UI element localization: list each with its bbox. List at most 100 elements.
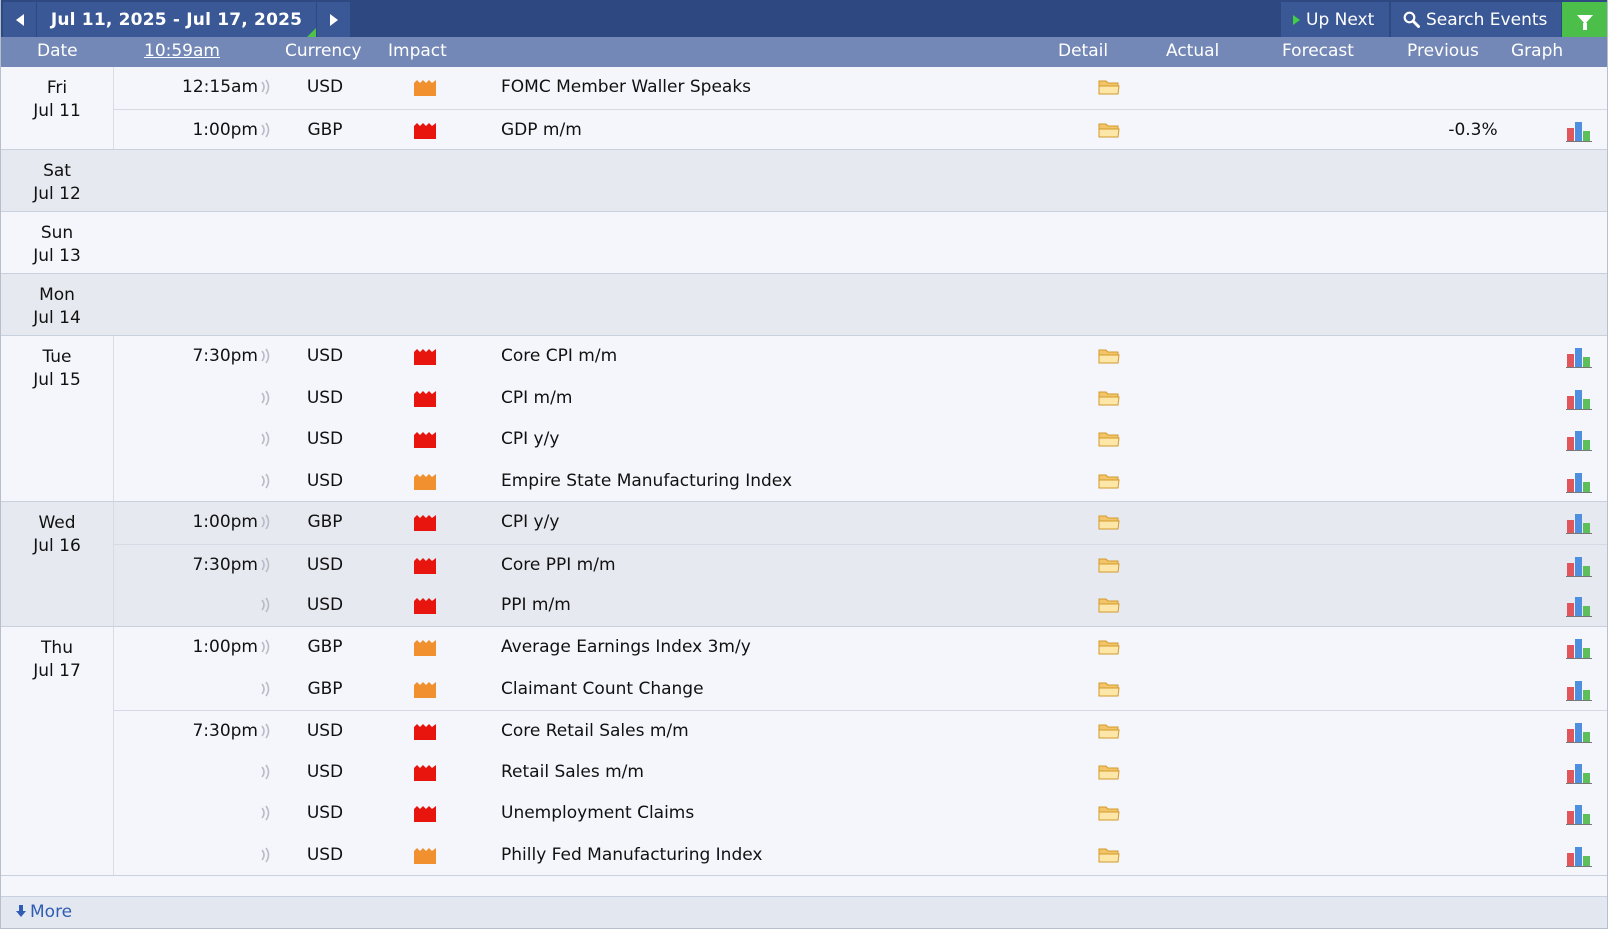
event-name[interactable]: Average Earnings Index 3m/y — [501, 637, 751, 657]
event-row[interactable]: 12:15am USD FOMC Member Waller Speaks — [113, 67, 1607, 109]
folder-icon[interactable] — [1098, 473, 1120, 490]
bar-chart-icon[interactable] — [1566, 637, 1592, 659]
folder-icon[interactable] — [1098, 597, 1120, 614]
folder-icon[interactable] — [1098, 390, 1120, 407]
event-row[interactable]: 1:00pm GBP CPI y/y — [113, 502, 1607, 544]
event-name[interactable]: Core Retail Sales m/m — [501, 721, 689, 741]
event-name[interactable]: PPI m/m — [501, 595, 571, 615]
day-weekday: Fri — [46, 78, 68, 98]
impact-icon[interactable] — [414, 391, 436, 407]
up-next-button[interactable]: Up Next — [1281, 2, 1389, 37]
more-link[interactable]: More — [16, 902, 72, 922]
sound-icon[interactable] — [259, 79, 273, 95]
sound-icon[interactable] — [259, 431, 273, 447]
folder-icon[interactable] — [1098, 514, 1120, 531]
sound-icon[interactable] — [259, 473, 273, 489]
sound-icon[interactable] — [259, 639, 273, 655]
impact-icon[interactable] — [414, 640, 436, 656]
sound-icon[interactable] — [259, 390, 273, 406]
impact-icon[interactable] — [414, 349, 436, 365]
event-row[interactable]: USD Retail Sales m/m — [113, 752, 1607, 794]
folder-icon[interactable] — [1098, 79, 1120, 96]
bar-chart-icon[interactable] — [1566, 388, 1592, 410]
event-row[interactable]: 7:30pm USD Core CPI m/m — [113, 336, 1607, 378]
event-row[interactable]: USD Empire State Manufacturing Index — [113, 461, 1607, 503]
bar-chart-icon[interactable] — [1566, 555, 1592, 577]
event-row[interactable]: GBP Claimant Count Change — [113, 669, 1607, 711]
bar-chart-icon[interactable] — [1566, 346, 1592, 368]
event-row[interactable]: 1:00pm GBP GDP m/m -0.3% — [113, 109, 1607, 152]
event-name[interactable]: FOMC Member Waller Speaks — [501, 77, 751, 97]
folder-icon[interactable] — [1098, 639, 1120, 656]
sound-icon[interactable] — [259, 805, 273, 821]
event-row[interactable]: USD Unemployment Claims — [113, 793, 1607, 835]
bar-chart-icon[interactable] — [1566, 120, 1592, 142]
event-name[interactable]: Philly Fed Manufacturing Index — [501, 845, 762, 865]
impact-icon[interactable] — [414, 123, 436, 139]
event-name[interactable]: Empire State Manufacturing Index — [501, 471, 792, 491]
folder-icon[interactable] — [1098, 557, 1120, 574]
impact-icon[interactable] — [414, 682, 436, 698]
prev-week-button[interactable] — [3, 2, 36, 37]
next-week-button[interactable] — [317, 2, 350, 37]
event-name[interactable]: CPI m/m — [501, 388, 572, 408]
event-name[interactable]: CPI y/y — [501, 512, 559, 532]
bar-chart-icon[interactable] — [1566, 803, 1592, 825]
sound-icon[interactable] — [259, 723, 273, 739]
event-row[interactable]: USD CPI y/y — [113, 419, 1607, 461]
filter-button[interactable] — [1562, 2, 1607, 37]
sound-icon[interactable] — [259, 681, 273, 697]
folder-icon[interactable] — [1098, 847, 1120, 864]
impact-icon[interactable] — [414, 765, 436, 781]
event-name[interactable]: Core PPI m/m — [501, 555, 616, 575]
sound-icon[interactable] — [259, 597, 273, 613]
event-name[interactable]: Claimant Count Change — [501, 679, 704, 699]
bar-chart-icon[interactable] — [1566, 471, 1592, 493]
event-row[interactable]: 7:30pm USD Core Retail Sales m/m — [113, 710, 1607, 753]
event-row[interactable]: USD PPI m/m — [113, 585, 1607, 627]
folder-icon[interactable] — [1098, 348, 1120, 365]
bar-chart-icon[interactable] — [1566, 679, 1592, 701]
event-name[interactable]: Retail Sales m/m — [501, 762, 644, 782]
impact-icon[interactable] — [414, 806, 436, 822]
current-time-link[interactable]: 10:59am — [144, 41, 220, 61]
bar-chart-icon[interactable] — [1566, 595, 1592, 617]
sound-icon[interactable] — [259, 557, 273, 573]
folder-icon[interactable] — [1098, 805, 1120, 822]
bar-chart-icon[interactable] — [1566, 721, 1592, 743]
sound-icon[interactable] — [259, 764, 273, 780]
bar-chart-icon[interactable] — [1566, 762, 1592, 784]
event-name[interactable]: Unemployment Claims — [501, 803, 694, 823]
folder-icon[interactable] — [1098, 681, 1120, 698]
sound-icon[interactable] — [259, 122, 273, 138]
event-name[interactable]: Core CPI m/m — [501, 346, 617, 366]
impact-icon[interactable] — [414, 558, 436, 574]
bar-chart-icon[interactable] — [1566, 429, 1592, 451]
folder-icon[interactable] — [1098, 764, 1120, 781]
impact-icon[interactable] — [414, 474, 436, 490]
date-range-button[interactable]: Jul 11, 2025 - Jul 17, 2025 — [37, 2, 316, 37]
impact-icon[interactable] — [414, 80, 436, 96]
search-events-button[interactable]: Search Events — [1391, 2, 1561, 37]
event-row[interactable]: 7:30pm USD Core PPI m/m — [113, 544, 1607, 587]
event-name[interactable]: CPI y/y — [501, 429, 559, 449]
folder-icon[interactable] — [1098, 122, 1120, 139]
impact-icon[interactable] — [414, 432, 436, 448]
bar-chart-icon[interactable] — [1566, 512, 1592, 534]
sound-icon[interactable] — [259, 348, 273, 364]
day-block: Wed Jul 16 1:00pm GBP CPI y/y 7:30pm USD Core P… — [1, 502, 1607, 627]
sound-icon[interactable] — [259, 847, 273, 863]
sound-icon[interactable] — [259, 514, 273, 530]
folder-icon[interactable] — [1098, 431, 1120, 448]
event-row[interactable]: USD Philly Fed Manufacturing Index — [113, 835, 1607, 877]
impact-icon[interactable] — [414, 515, 436, 531]
impact-icon[interactable] — [414, 848, 436, 864]
event-row[interactable]: USD CPI m/m — [113, 378, 1607, 420]
event-row[interactable]: 1:00pm GBP Average Earnings Index 3m/y — [113, 627, 1607, 669]
event-name[interactable]: GDP m/m — [501, 120, 582, 140]
bar-chart-icon[interactable] — [1566, 845, 1592, 867]
day-label: Sat Jul 12 — [1, 150, 113, 206]
folder-icon[interactable] — [1098, 723, 1120, 740]
impact-icon[interactable] — [414, 598, 436, 614]
impact-icon[interactable] — [414, 724, 436, 740]
